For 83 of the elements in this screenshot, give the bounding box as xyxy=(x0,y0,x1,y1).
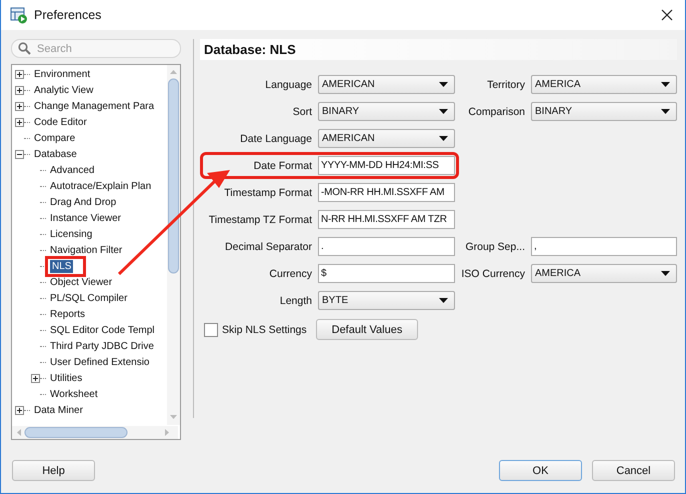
tree-item[interactable]: Instance Viewer xyxy=(48,212,123,224)
window-title: Preferences xyxy=(34,8,102,22)
tree-item[interactable]: Third Party JDBC Drive xyxy=(48,340,156,352)
field-label: Timestamp TZ Format xyxy=(208,214,312,226)
tree-item[interactable]: Environment xyxy=(32,68,92,80)
dropdown-arrow-icon xyxy=(439,109,448,114)
expand-icon[interactable] xyxy=(15,406,24,414)
dropdown-value: AMERICA xyxy=(535,79,581,90)
input-field[interactable]: N-RR HH.MI.SSXFF AM TZR xyxy=(318,210,455,229)
tree-item[interactable]: Drag And Drop xyxy=(48,196,118,208)
expand-icon[interactable] xyxy=(15,118,24,126)
app-icon xyxy=(10,6,28,24)
input-field[interactable]: $ xyxy=(318,264,455,283)
expand-icon[interactable] xyxy=(15,86,24,94)
vertical-scrollbar[interactable] xyxy=(167,65,180,425)
horizontal-scrollbar[interactable] xyxy=(12,426,178,439)
dropdown[interactable]: AMERICAN xyxy=(318,75,455,94)
close-icon[interactable] xyxy=(661,9,673,21)
dropdown-value: BINARY xyxy=(535,106,572,117)
dropdown[interactable]: AMERICA xyxy=(531,264,677,283)
tree-item[interactable]: Change Management Para xyxy=(32,100,156,112)
field-label: Currency xyxy=(268,268,312,280)
tree-item[interactable]: Navigation Filter xyxy=(48,244,124,256)
tree-item[interactable]: Data Miner xyxy=(32,404,85,416)
dropdown[interactable]: BYTE xyxy=(318,291,455,310)
field-label: Language xyxy=(264,78,312,90)
dropdown-arrow-icon xyxy=(661,109,670,114)
search-field[interactable]: Search xyxy=(11,39,181,58)
tree-item[interactable]: Reports xyxy=(48,308,88,320)
field-label: Length xyxy=(278,294,312,306)
dropdown-value: BYTE xyxy=(322,295,348,306)
dropdown[interactable]: BINARY xyxy=(318,102,455,121)
dropdown-arrow-icon xyxy=(439,82,448,87)
tree-item[interactable]: Worksheet xyxy=(48,388,100,400)
help-button[interactable]: Help xyxy=(12,460,95,481)
dialog-button[interactable]: OK xyxy=(499,460,582,481)
checkbox-label: Skip NLS Settings xyxy=(222,324,308,336)
expand-icon[interactable] xyxy=(31,374,40,382)
collapse-icon[interactable] xyxy=(15,150,24,158)
tree-item[interactable]: Database xyxy=(32,148,79,160)
tree-item[interactable]: User Defined Extensio xyxy=(48,356,152,368)
tree-item[interactable]: PL/SQL Compiler xyxy=(48,292,130,304)
tree-item[interactable]: Utilities xyxy=(48,372,84,384)
tree-item[interactable]: NLS xyxy=(50,260,74,272)
dropdown-arrow-icon xyxy=(661,271,670,276)
dropdown-value: AMERICAN xyxy=(322,79,375,90)
checkbox[interactable] xyxy=(204,322,218,336)
dropdown-arrow-icon xyxy=(439,298,448,303)
dialog-button[interactable]: Cancel xyxy=(592,460,675,481)
tree-item[interactable]: Object Viewer xyxy=(48,276,114,288)
field-label: Sort xyxy=(292,106,312,118)
panel-header: Database: NLS xyxy=(200,39,677,60)
expand-icon[interactable] xyxy=(15,102,24,110)
tree-item[interactable]: Autotrace/Explain Plan xyxy=(48,180,154,192)
field-label: Date Language xyxy=(239,132,312,144)
default-values-button[interactable]: Default Values xyxy=(316,319,418,340)
input-field[interactable]: . xyxy=(318,237,455,256)
tree-item[interactable]: SQL Editor Code Templ xyxy=(48,324,156,336)
field-label: Group Sep... xyxy=(464,240,525,252)
input-field[interactable]: -MON-RR HH.MI.SSXFF AM xyxy=(318,183,455,202)
field-label: Comparison xyxy=(467,106,525,118)
dropdown-value: AMERICAN xyxy=(322,133,375,144)
field-label: Date Format xyxy=(252,160,312,172)
dropdown[interactable]: AMERICA xyxy=(531,75,677,94)
field-label: Decimal Separator xyxy=(224,240,312,252)
field-label: Territory xyxy=(486,78,525,90)
field-label: Timestamp Format xyxy=(223,186,312,198)
tree-item[interactable]: Licensing xyxy=(48,228,94,240)
dropdown[interactable]: BINARY xyxy=(531,102,677,121)
dropdown-arrow-icon xyxy=(661,82,670,87)
tree-item[interactable]: Compare xyxy=(32,132,78,144)
dropdown-value: BINARY xyxy=(322,106,360,117)
search-icon xyxy=(18,42,31,55)
tree-item[interactable]: Code Editor xyxy=(32,116,89,128)
dropdown-value: AMERICA xyxy=(535,268,581,279)
tree-item[interactable]: Analytic View xyxy=(32,84,96,96)
tree-item[interactable]: Advanced xyxy=(48,164,96,176)
dropdown-arrow-icon xyxy=(439,136,448,141)
input-field[interactable]: , xyxy=(531,237,677,256)
input-field[interactable]: YYYY-MM-DD HH24:MI:SS xyxy=(318,156,455,175)
dropdown[interactable]: AMERICAN xyxy=(318,129,455,148)
field-label: ISO Currency xyxy=(461,268,525,280)
expand-icon[interactable] xyxy=(15,70,24,78)
